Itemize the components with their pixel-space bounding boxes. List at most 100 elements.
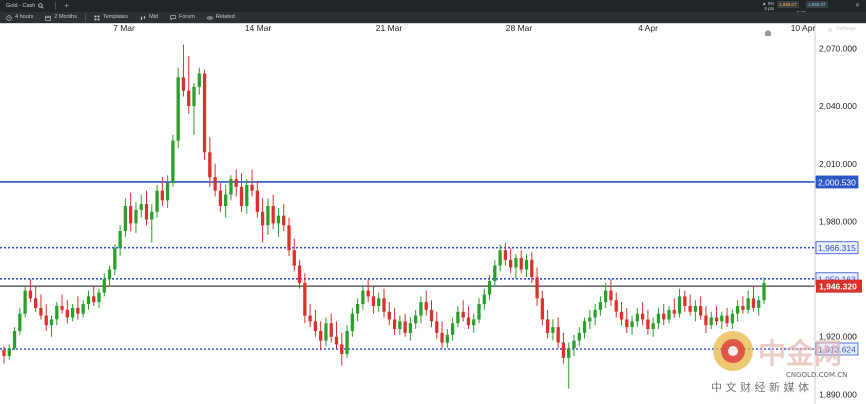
bear-candle (28, 279, 33, 303)
bull-candle (377, 292, 381, 312)
forum-button[interactable]: Forum (164, 12, 201, 23)
bear-candle (76, 296, 80, 320)
bull-candle (604, 282, 608, 308)
candle-body (482, 294, 486, 305)
bull-candle (757, 296, 761, 316)
candle-body (129, 206, 133, 224)
bear-candle (60, 294, 64, 314)
price-chart[interactable]: 2,070.0002,040.0002,010.0001,980.0001,95… (0, 23, 866, 404)
candle-body (704, 315, 708, 326)
bear-candle (619, 302, 624, 326)
candle-body (197, 73, 201, 87)
bull-candle (355, 298, 360, 322)
candle-body (245, 184, 249, 207)
candle-body (683, 296, 687, 306)
timeframe-label: 4 hours (15, 14, 34, 20)
candle-body (720, 315, 724, 322)
bull-candle (693, 300, 698, 322)
bear-candle (614, 292, 618, 318)
bear-candle (540, 290, 544, 326)
bear-candle (39, 294, 43, 320)
bull-candle (134, 202, 138, 233)
candle-body (762, 282, 766, 301)
bear-candle (213, 163, 217, 197)
candle-body (65, 309, 69, 318)
candle-body (387, 311, 391, 320)
candle-body (2, 350, 6, 356)
candlesticks (2, 44, 766, 389)
scroll-marker-icon (765, 30, 771, 36)
bear-candle (561, 332, 566, 364)
bull-candle (408, 317, 413, 341)
bear-candle (329, 313, 333, 343)
candle-body (165, 182, 170, 201)
candle-body (577, 332, 581, 341)
candle-body (619, 311, 624, 320)
candle-body (757, 300, 761, 308)
bull-candle (18, 307, 22, 335)
candle-body (741, 305, 745, 310)
grid-icon (94, 15, 100, 20)
bear-candle (429, 300, 434, 328)
candle-body (81, 304, 85, 314)
bull-candle (155, 184, 159, 218)
candle-body (551, 327, 555, 333)
sell-price-button[interactable]: 1,946.07 (777, 1, 799, 8)
bear-candle (640, 302, 645, 326)
candle-body (709, 317, 713, 326)
level-tag-text: 2,000.530 (818, 177, 856, 187)
candle-body (640, 313, 645, 320)
bull-candle (23, 286, 27, 318)
candle-body (176, 77, 180, 141)
templates-button[interactable]: Templates (88, 12, 134, 23)
bear-candle (535, 267, 539, 306)
window-title-bar: Gold - Cash + ▲ 0% 0 pts 1,946.07 1,946.… (0, 0, 866, 15)
candle-body (730, 313, 734, 324)
candle-body (604, 290, 608, 303)
bear-candle (424, 290, 428, 316)
candle-body (23, 290, 27, 314)
bear-candle (65, 300, 69, 324)
candle-body (76, 307, 80, 314)
bull-candle (324, 317, 328, 347)
candle-body (123, 206, 128, 232)
y-tick-label: 1,980.000 (819, 216, 857, 226)
candle-body (714, 317, 719, 322)
level-tags: 2,000.5301,966.3151,950.1631,913.6241,94… (815, 175, 862, 356)
price-type-dropdown[interactable]: Mid (134, 12, 164, 23)
candle-body (693, 305, 698, 312)
candle-body (403, 321, 407, 333)
timeframe-dropdown[interactable]: 4 hours (0, 12, 39, 23)
bull-candle (709, 311, 713, 330)
y-tick-label: 1,890.000 (819, 389, 857, 399)
bear-candle (646, 309, 650, 335)
bull-candle (524, 254, 529, 278)
bull-candle (97, 288, 101, 308)
candle-body (688, 305, 692, 312)
bull-candle (572, 334, 576, 356)
bear-candle (371, 286, 376, 314)
add-chart-icon[interactable]: + (58, 0, 75, 12)
search-icon[interactable] (38, 3, 45, 9)
bull-candle (577, 327, 581, 347)
candle-body (414, 315, 418, 324)
candle-body (450, 323, 455, 335)
x-tick-label: 7 Mar (113, 23, 135, 33)
instrument-selector[interactable]: Gold - Cash (0, 0, 53, 12)
buy-price-button[interactable]: 1,946.37 (806, 1, 828, 8)
time-axis: 7 Mar 14 Mar 21 Mar 28 Mar 4 Apr 10 Apr (0, 23, 866, 36)
close-icon[interactable]: ✕ (855, 0, 860, 12)
related-button[interactable]: Related (201, 12, 241, 23)
bull-candle (139, 194, 143, 218)
candle-body (218, 190, 223, 207)
candle-body (350, 313, 354, 331)
candle-body (540, 298, 544, 320)
bear-candle (435, 311, 439, 339)
chart-toolbar: 4 hours 2 Months Templates Mid Forum Rel… (0, 12, 866, 32)
range-dropdown[interactable]: 2 Months (39, 12, 83, 23)
bear-candle (387, 302, 391, 326)
bear-candle (672, 298, 676, 318)
candle-body (150, 211, 154, 220)
candle-body (598, 302, 603, 310)
candle-body (107, 269, 112, 280)
